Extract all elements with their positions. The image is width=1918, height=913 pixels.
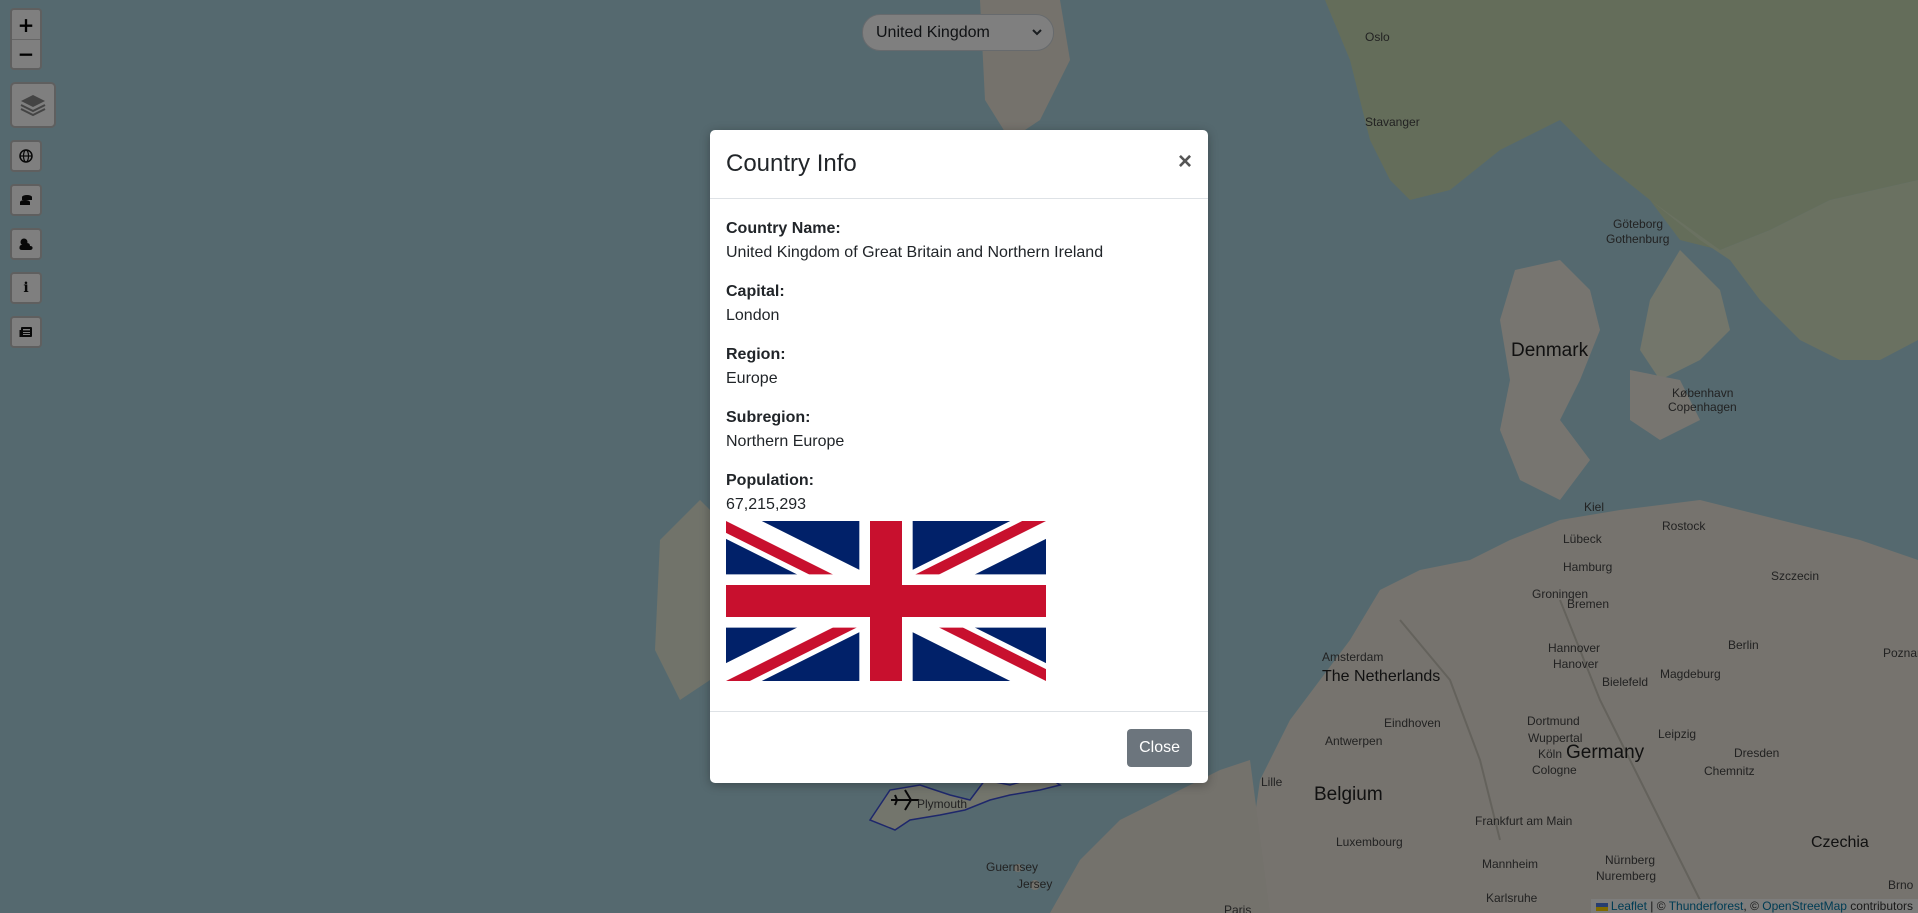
union-jack-flag <box>726 521 1046 681</box>
field-region: Region: Europe <box>726 343 1192 391</box>
field-value: Europe <box>726 370 778 387</box>
modal-header: Country Info × <box>710 130 1208 199</box>
field-value: Northern Europe <box>726 433 845 450</box>
field-country-name: Country Name: United Kingdom of Great Br… <box>726 217 1192 265</box>
country-info-modal: Country Info × Country Name: United King… <box>710 130 1208 783</box>
field-label: Country Name: <box>726 220 841 237</box>
field-subregion: Subregion: Northern Europe <box>726 406 1192 454</box>
modal-footer: Close <box>710 711 1208 783</box>
field-population: Population: 67,215,293 <box>726 469 1192 517</box>
close-button[interactable]: Close <box>1127 728 1192 767</box>
modal-title: Country Info <box>726 150 857 177</box>
field-value: London <box>726 307 780 324</box>
field-capital: Capital: London <box>726 280 1192 328</box>
field-label: Population: <box>726 472 814 489</box>
field-value: 67,215,293 <box>726 496 807 513</box>
field-label: Capital: <box>726 283 785 300</box>
field-label: Region: <box>726 346 786 363</box>
close-icon[interactable]: × <box>1178 150 1192 174</box>
modal-body: Country Name: United Kingdom of Great Br… <box>710 199 1208 711</box>
field-label: Subregion: <box>726 409 811 426</box>
field-value: United Kingdom of Great Britain and Nort… <box>726 244 1104 261</box>
